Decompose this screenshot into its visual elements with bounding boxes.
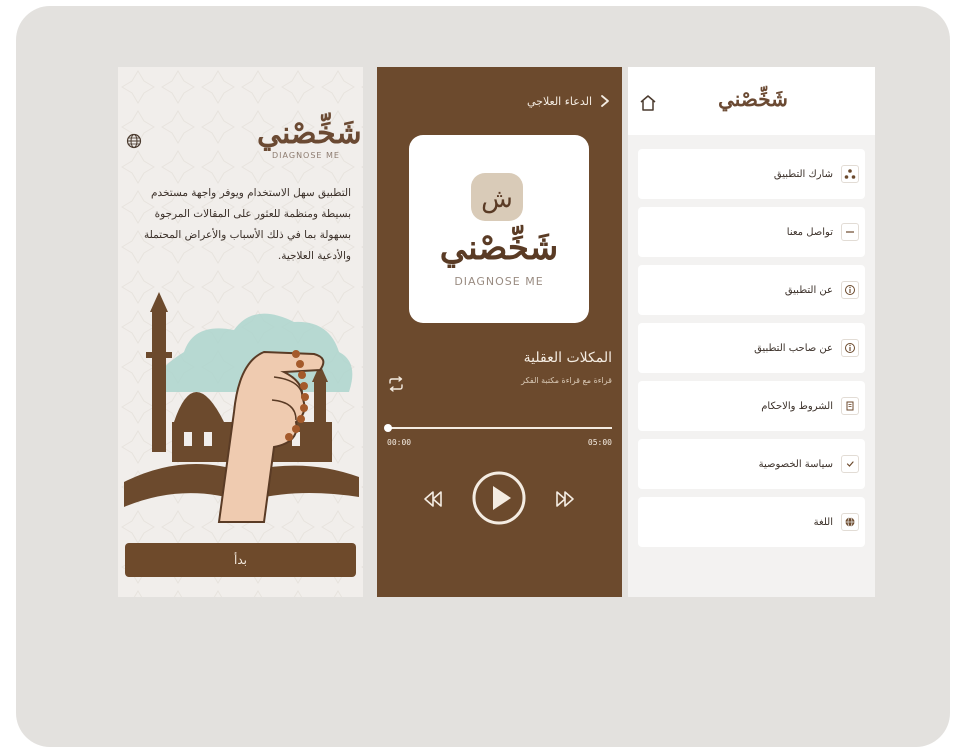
album-art-title: شَخِّصْني — [440, 224, 559, 268]
logo-english: DIAGNOSE ME — [272, 151, 340, 160]
menu-list: شارك التطبيق تواصل معنا عن التطبيق عن صا… — [638, 149, 865, 555]
player-header: الدعاء العلاجي — [527, 94, 612, 108]
app-description: التطبيق سهل الاستخدام ويوفر واجهة مستخدم… — [143, 187, 351, 262]
time-total: 05:00 — [587, 438, 612, 447]
globe-icon — [841, 513, 859, 531]
menu-item-label: عن صاحب التطبيق — [754, 342, 833, 354]
info-icon — [841, 339, 859, 357]
chevron-right-icon[interactable] — [598, 94, 612, 108]
album-art: ش شَخِّصْني DIAGNOSE ME — [409, 135, 589, 323]
share-icon — [841, 165, 859, 183]
prayer-beads-illustration — [124, 292, 359, 523]
progress-track — [387, 427, 612, 429]
menu-item-label: شارك التطبيق — [773, 168, 833, 180]
menu-item-label: اللغة — [813, 516, 833, 528]
start-button[interactable]: بدأ — [125, 543, 356, 577]
menu-topbar: شَخِّصْني — [628, 67, 875, 135]
menu-item-share[interactable]: شارك التطبيق — [638, 149, 865, 199]
album-art-subtitle: DIAGNOSE ME — [454, 275, 543, 288]
document-icon — [841, 397, 859, 415]
menu-item-about-owner[interactable]: عن صاحب التطبيق — [638, 323, 865, 373]
progress-knob[interactable] — [384, 424, 392, 432]
welcome-screen: شَخِّصْني DIAGNOSE ME التطبيق سهل الاستخ… — [118, 67, 363, 597]
play-icon[interactable] — [471, 470, 527, 526]
repeat-icon[interactable] — [387, 375, 405, 393]
info-icon — [841, 281, 859, 299]
menu-screen: شَخِّصْني شارك التطبيق تواصل معنا عن الت… — [628, 67, 875, 597]
menu-item-terms[interactable]: الشروط والاحكام — [638, 381, 865, 431]
album-art-logo: ش شَخِّصْني DIAGNOSE ME — [440, 173, 559, 288]
menu-item-about-app[interactable]: عن التطبيق — [638, 265, 865, 315]
rewind-icon[interactable] — [421, 487, 445, 511]
menu-item-label: سياسة الخصوصية — [758, 458, 833, 470]
menu-item-privacy[interactable]: سياسة الخصوصية — [638, 439, 865, 489]
forward-icon[interactable] — [553, 487, 577, 511]
globe-icon[interactable] — [126, 133, 142, 149]
album-art-badge: ش — [481, 184, 513, 214]
menu-item-language[interactable]: اللغة — [638, 497, 865, 547]
progress-slider[interactable] — [384, 424, 612, 434]
track-title: المكلات العقلية — [523, 350, 612, 366]
player-screen: الدعاء العلاجي ش شَخِّصْني DIAGNOSE ME ا… — [377, 67, 622, 597]
menu-brand-logo: شَخِّصْني — [718, 87, 788, 111]
menu-item-label: عن التطبيق — [784, 284, 833, 296]
player-header-title: الدعاء العلاجي — [526, 94, 592, 108]
track-subtitle: قراءة مع قراءة مكتبة الفكر — [521, 376, 612, 385]
mail-icon — [841, 223, 859, 241]
logo-arabic: شَخِّصْني — [257, 116, 362, 151]
home-icon[interactable] — [639, 94, 657, 112]
menu-item-label: الشروط والاحكام — [761, 400, 833, 412]
menu-item-contact[interactable]: تواصل معنا — [638, 207, 865, 257]
menu-item-label: تواصل معنا — [786, 226, 833, 238]
app-logo: شَخِّصْني DIAGNOSE ME — [257, 116, 362, 161]
shield-check-icon — [841, 455, 859, 473]
time-current: 00:00 — [387, 438, 412, 447]
